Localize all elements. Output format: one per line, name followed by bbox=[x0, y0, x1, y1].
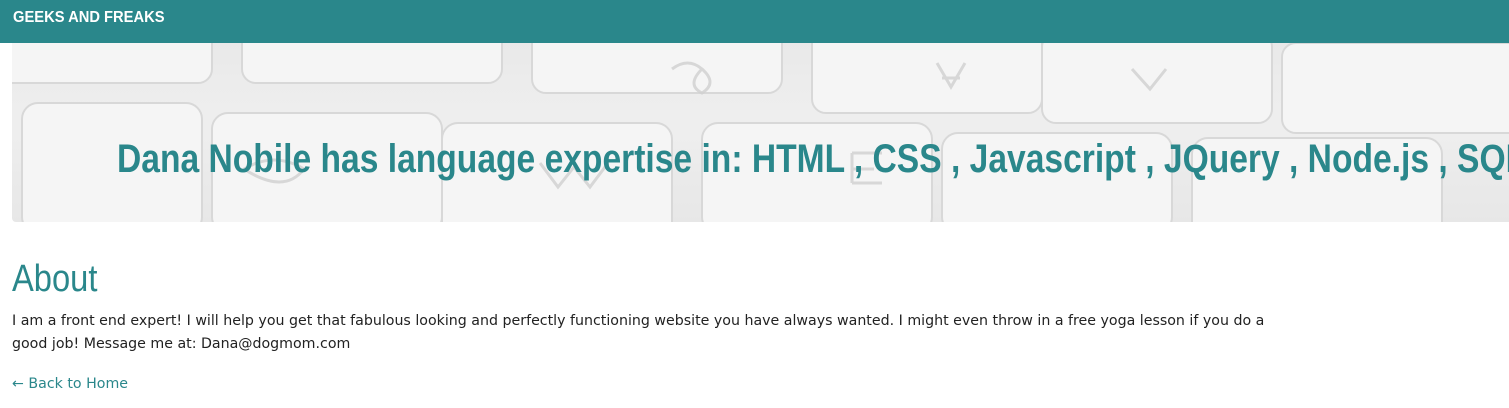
about-description: I am a front end expert! I will help you… bbox=[12, 313, 1265, 352]
back-to-home-link[interactable]: ← Back to Home bbox=[12, 373, 128, 395]
expertise-headline: Dana Nobile has language expertise in: H… bbox=[117, 136, 1509, 181]
brand-logo-text[interactable]: GEEKS AND FREAKS bbox=[13, 9, 165, 27]
about-heading: About bbox=[12, 258, 98, 300]
navbar: GEEKS AND FREAKS bbox=[0, 0, 1509, 43]
hero-banner: Dana Nobile has language expertise in: H… bbox=[12, 43, 1509, 222]
